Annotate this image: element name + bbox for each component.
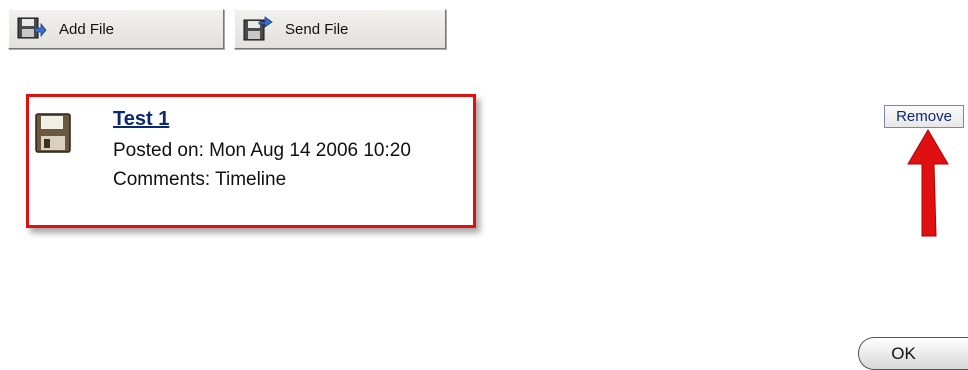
add-file-button[interactable]: Add File	[8, 9, 224, 49]
red-arrow-icon	[907, 129, 949, 237]
file-item-card: Test 1 Posted on: Mon Aug 14 2006 10:20 …	[26, 94, 476, 228]
send-file-label: Send File	[285, 20, 349, 38]
comments-text: Comments: Timeline	[113, 169, 287, 190]
file-title-link[interactable]: Test 1	[113, 108, 169, 131]
ok-button[interactable]: OK	[858, 337, 968, 370]
file-manager-panel: Add File Send File Test 1 Posted on: Mon…	[0, 0, 968, 370]
send-file-button[interactable]: Send File	[234, 9, 446, 49]
add-file-label: Add File	[59, 20, 115, 38]
floppy-send-icon	[243, 16, 273, 42]
floppy-add-icon	[17, 16, 47, 42]
remove-button[interactable]: Remove	[884, 105, 964, 128]
floppy-disk-icon	[35, 113, 71, 153]
posted-on-text: Posted on: Mon Aug 14 2006 10:20	[113, 140, 411, 161]
